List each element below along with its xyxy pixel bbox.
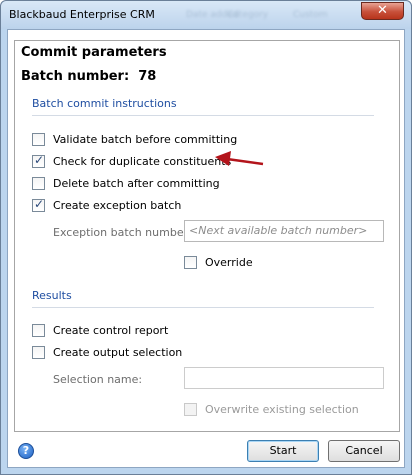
check-duplicates-label: Check for duplicate constituents — [53, 155, 232, 168]
page-title: Commit parameters — [21, 45, 167, 60]
section-divider — [32, 307, 374, 308]
window-title: Blackbaud Enterprise CRM — [9, 8, 155, 21]
override-checkbox[interactable] — [184, 256, 197, 269]
annotation-arrow-icon — [215, 151, 264, 166]
override-label: Override — [205, 256, 253, 269]
selection-name-input[interactable] — [184, 367, 384, 389]
validate-batch-label: Validate batch before committing — [53, 133, 238, 146]
section-divider — [32, 115, 374, 116]
background-tab-label: Category — [227, 10, 269, 20]
cancel-button[interactable]: Cancel — [328, 440, 400, 462]
exception-batch-number-input[interactable]: <Next available batch number> — [184, 220, 384, 242]
start-button[interactable]: Start — [247, 440, 319, 462]
create-output-selection-checkbox[interactable] — [32, 346, 45, 359]
create-control-report-checkbox[interactable] — [32, 324, 45, 337]
delete-batch-checkbox[interactable] — [32, 177, 45, 190]
validate-batch-checkbox[interactable] — [32, 133, 45, 146]
section-title-batch-commit: Batch commit instructions — [32, 97, 177, 110]
delete-batch-label: Delete batch after committing — [53, 177, 220, 190]
create-control-report-label: Create control report — [53, 324, 169, 337]
background-tab-label: Custom — [293, 10, 328, 20]
overwrite-selection-label: Overwrite existing selection — [205, 403, 359, 416]
overwrite-selection-checkbox[interactable] — [184, 403, 197, 416]
exception-batch-number-label: Exception batch number: — [53, 226, 192, 239]
title-bar[interactable]: Blackbaud Enterprise CRM Date added Cate… — [1, 1, 411, 29]
batch-number-value: 78 — [138, 69, 157, 84]
section-title-results: Results — [32, 289, 72, 302]
close-button[interactable]: ✕ — [361, 2, 404, 20]
batch-number-label: Batch number: 78 — [21, 69, 157, 84]
question-mark-icon[interactable]: ? — [18, 443, 34, 459]
dialog-window: Blackbaud Enterprise CRM Date added Cate… — [0, 0, 412, 475]
check-duplicates-checkbox[interactable] — [32, 153, 45, 168]
create-exception-batch-label: Create exception batch — [53, 199, 182, 212]
create-output-selection-label: Create output selection — [53, 346, 183, 359]
close-icon: ✕ — [377, 3, 388, 18]
create-exception-batch-checkbox[interactable] — [32, 197, 45, 212]
selection-name-label: Selection name: — [53, 373, 143, 386]
